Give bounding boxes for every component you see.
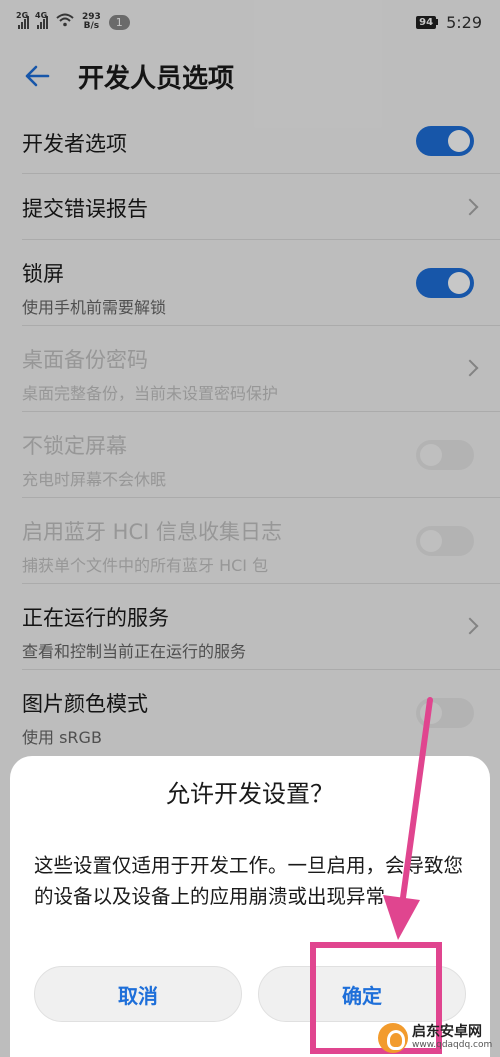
dialog-title: 允许开发设置？: [166, 780, 334, 808]
watermark-url: www.qdaqdq.com: [412, 1040, 493, 1050]
watermark: 启东安卓网 www.qdaqdq.com: [378, 1018, 500, 1057]
dialog-message: 这些设置仅适用于开发工作。一旦启用，会导致您的设备以及设备上的应用崩溃或出现异常…: [34, 854, 464, 908]
cancel-button[interactable]: 取消: [34, 966, 242, 1022]
watermark-name: 启东安卓网: [412, 1024, 482, 1040]
watermark-logo-icon: [378, 1022, 408, 1053]
